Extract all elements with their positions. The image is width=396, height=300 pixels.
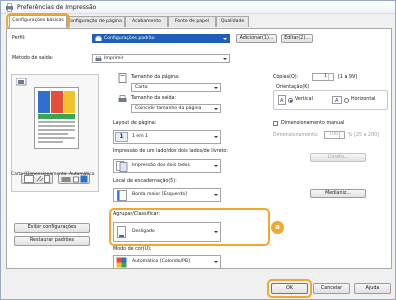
color-mode-label: Modo de cor(U):: [113, 247, 152, 252]
output-method-value: Imprimir: [104, 56, 124, 61]
page-layout-icon: 1: [115, 132, 128, 142]
copies-input[interactable]: 1: [312, 73, 334, 81]
chevron-down-icon: [214, 108, 218, 110]
print-preferences-window: Preferências de Impressão Configurações …: [0, 0, 396, 300]
profile-select[interactable]: Configurações padrão: [92, 34, 230, 43]
help-button[interactable]: Ajuda: [354, 283, 391, 294]
svg-text:A: A: [335, 98, 339, 104]
copies-value: 1: [324, 74, 327, 79]
add-profile-button[interactable]: Adicionar(1)...: [236, 34, 277, 43]
output-method-select[interactable]: Imprimir: [92, 54, 230, 63]
scaling-value: 100: [329, 132, 338, 137]
callout-a-badge: a: [271, 221, 284, 234]
page-layout-select[interactable]: 1 1 em 1: [113, 130, 221, 144]
highlight-ok: [267, 279, 312, 298]
gutter-button[interactable]: Medianiz...: [310, 189, 366, 198]
page-size-icon: [118, 73, 127, 83]
binding-value: Borda maior [Esquerda]: [132, 192, 187, 197]
manual-scaling-label: Dimensionamento manual: [281, 121, 345, 126]
portrait-label: Vertical: [295, 97, 313, 102]
orientation-group: A Vertical A Horizontal: [273, 90, 388, 110]
cancel-button[interactable]: Cancelar: [313, 283, 350, 294]
portrait-icon: A: [278, 95, 286, 105]
edit-profile-button[interactable]: Editar(2)...: [281, 34, 313, 43]
binding-label: Local de encadernação(5):: [113, 179, 177, 184]
highlight-collate: [109, 208, 270, 246]
page-layout-label: Layout de página:: [113, 121, 157, 126]
booklet-button[interactable]: Livreto...: [310, 153, 366, 162]
output-method-label: Método de saída:: [12, 56, 54, 61]
scaling-range: % [25 a 200]: [348, 133, 380, 138]
chevron-down-icon: [223, 38, 227, 40]
landscape-label: Horizontal: [351, 97, 376, 102]
chevron-down-icon: [214, 87, 218, 89]
page-layout-value: 1 em 1: [132, 134, 149, 139]
print-icon: [95, 56, 102, 61]
color-mode-value: Automático [Colorido/PB]: [132, 259, 190, 264]
tab-finishing[interactable]: Acabamento: [125, 16, 168, 27]
profile-printer-icon: [95, 36, 102, 41]
settings-panel: Perfil: Configurações padrão Adicionar(1…: [6, 28, 392, 269]
view-settings-button[interactable]: Exibir configurações: [14, 223, 90, 233]
output-size-select[interactable]: Coincidir tamanho da página: [131, 104, 221, 113]
output-size-value: Coincidir tamanho da página: [135, 106, 202, 111]
page-preview: [34, 87, 79, 149]
view-mode-icon[interactable]: [16, 78, 96, 86]
portrait-radio[interactable]: [288, 98, 293, 103]
copies-label: Cópias(Q):: [273, 75, 299, 80]
spinner-arrows-icon[interactable]: [339, 132, 343, 138]
tab-paper-source[interactable]: Fonte de papel: [168, 16, 216, 27]
chevron-down-icon: [214, 194, 218, 196]
profile-label: Perfil:: [12, 36, 26, 41]
scaling-input[interactable]: 100: [324, 131, 345, 139]
scaling-sub-label: Dimensionamento:: [273, 133, 319, 138]
chevron-down-icon: [214, 136, 218, 138]
color-mode-select[interactable]: Automático [Colorido/PB]: [113, 255, 221, 269]
copies-range: [1 a 99]: [338, 75, 357, 80]
window-title: Preferências de Impressão: [17, 4, 97, 11]
color-mode-icon: [116, 257, 127, 268]
duplex-icon: [116, 161, 128, 172]
page-size-label: Tamanho da página:: [131, 75, 180, 80]
binding-select[interactable]: Borda maior [Esquerda]: [113, 188, 221, 202]
page-size-value: Carta: [135, 85, 148, 90]
output-size-label: Tamanho da saída:: [131, 96, 177, 101]
tab-page-setup[interactable]: onfiguração de página: [67, 16, 125, 27]
output-size-icon: [118, 95, 127, 102]
restore-defaults-button[interactable]: Restaurar padrões: [14, 236, 90, 246]
printer-icon: [6, 3, 13, 12]
chevron-down-icon: [223, 58, 227, 60]
tab-quality[interactable]: Qualidade: [216, 16, 249, 27]
manual-scaling-checkbox[interactable]: [273, 121, 278, 126]
landscape-radio[interactable]: [344, 98, 349, 103]
preview-caption: Carta [Dimensionamento: Automático: [11, 172, 95, 177]
spinner-arrows-icon[interactable]: [328, 74, 332, 80]
print-sides-label: Impressão de um lado/dos dois lados/de l…: [113, 149, 228, 154]
print-sides-select[interactable]: Impressão dos dois lados: [113, 159, 221, 173]
chevron-down-icon: [214, 165, 218, 167]
svg-text:A: A: [280, 98, 284, 104]
landscape-icon: A: [332, 96, 342, 104]
print-sides-value: Impressão dos dois lados: [132, 163, 190, 168]
chevron-down-icon: [214, 261, 218, 263]
profile-value: Configurações padrão: [104, 36, 155, 41]
binding-icon: [117, 190, 127, 201]
page-size-select[interactable]: Carta: [131, 83, 221, 92]
